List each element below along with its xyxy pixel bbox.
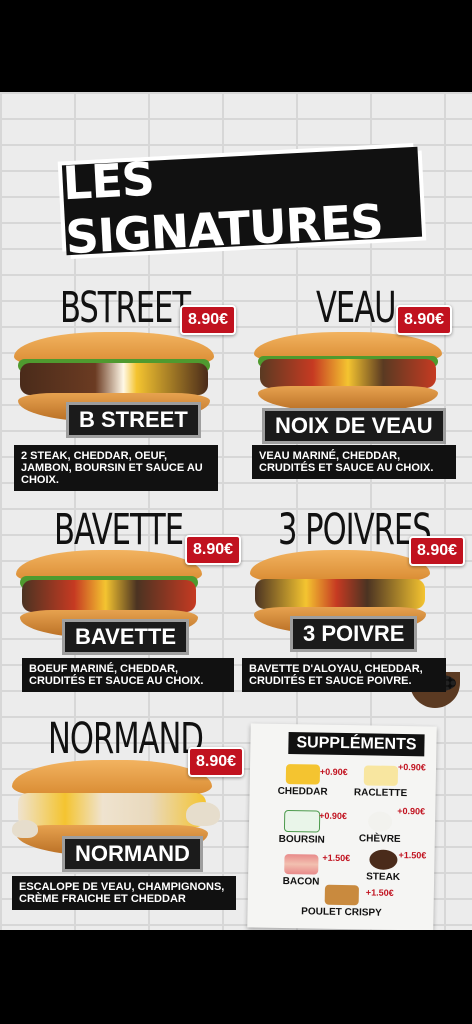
steak-image [369, 849, 398, 870]
bacon-image [284, 854, 319, 875]
poulet-crispy-image [324, 884, 359, 906]
item-label-veau: Noix de veau [262, 408, 446, 444]
supplement-price: +1.50€ [398, 849, 427, 861]
supplement-price: +1.50€ [322, 852, 351, 864]
item-desc-normand: Escalope de veau, champignons, crème fra… [12, 876, 236, 910]
item-label-bstreet: B Street [66, 402, 201, 438]
raclette-image [363, 765, 399, 786]
item-desc-3-poivres: Bavette d'aloyau, cheddar, crudités et s… [242, 658, 446, 692]
supplements-card: Suppléments Cheddar +0.90€ Raclette +0.9… [247, 723, 437, 930]
poster-title: Les Signatures [61, 146, 423, 264]
price-badge-veau: 8.90€ [396, 305, 453, 335]
price-badge-bstreet: 8.90€ [180, 305, 237, 335]
item-scrawl-bavette: Bavette [54, 505, 184, 555]
item-scrawl-3-poivres: 3 Poivres [278, 505, 432, 555]
mushroom-image [12, 820, 38, 838]
supplement-price: +0.90€ [319, 810, 348, 822]
mushroom-image [186, 802, 220, 826]
item-desc-bstreet: 2 steak, cheddar, oeuf, jambon, boursin … [14, 445, 218, 491]
chevre-image [367, 811, 393, 832]
supplement-price: +0.90€ [319, 766, 348, 778]
supplement-chevre: Chèvre [345, 811, 416, 845]
supplement-price: +0.90€ [397, 805, 426, 817]
supplements-title: Suppléments [288, 732, 425, 757]
supplement-price: +0.90€ [397, 761, 426, 773]
item-label-normand: Normand [62, 836, 203, 872]
item-scrawl-bstreet: Bstreet [60, 283, 191, 333]
sandwich-image-veau [254, 332, 442, 412]
price-badge-normand: 8.90€ [188, 747, 245, 777]
item-scrawl-veau: Veau [316, 283, 397, 333]
boursin-image [283, 809, 321, 833]
item-desc-bavette: Boeuf mariné, cheddar, crudités et sauce… [22, 658, 234, 692]
menu-poster: Les Signatures Bstreet 8.90€ B Street 2 … [0, 92, 472, 930]
price-badge-bavette: 8.90€ [185, 535, 242, 565]
item-scrawl-normand: Normand [48, 714, 204, 764]
price-badge-3-poivres: 8.90€ [409, 536, 466, 566]
item-label-3-poivres: 3 Poivre [290, 616, 418, 652]
cheddar-image [285, 764, 321, 785]
item-label-bavette: Bavette [62, 619, 190, 655]
item-desc-veau: Veau mariné, cheddar, crudités et sauce … [252, 445, 456, 479]
supplement-price: +1.50€ [365, 887, 394, 898]
